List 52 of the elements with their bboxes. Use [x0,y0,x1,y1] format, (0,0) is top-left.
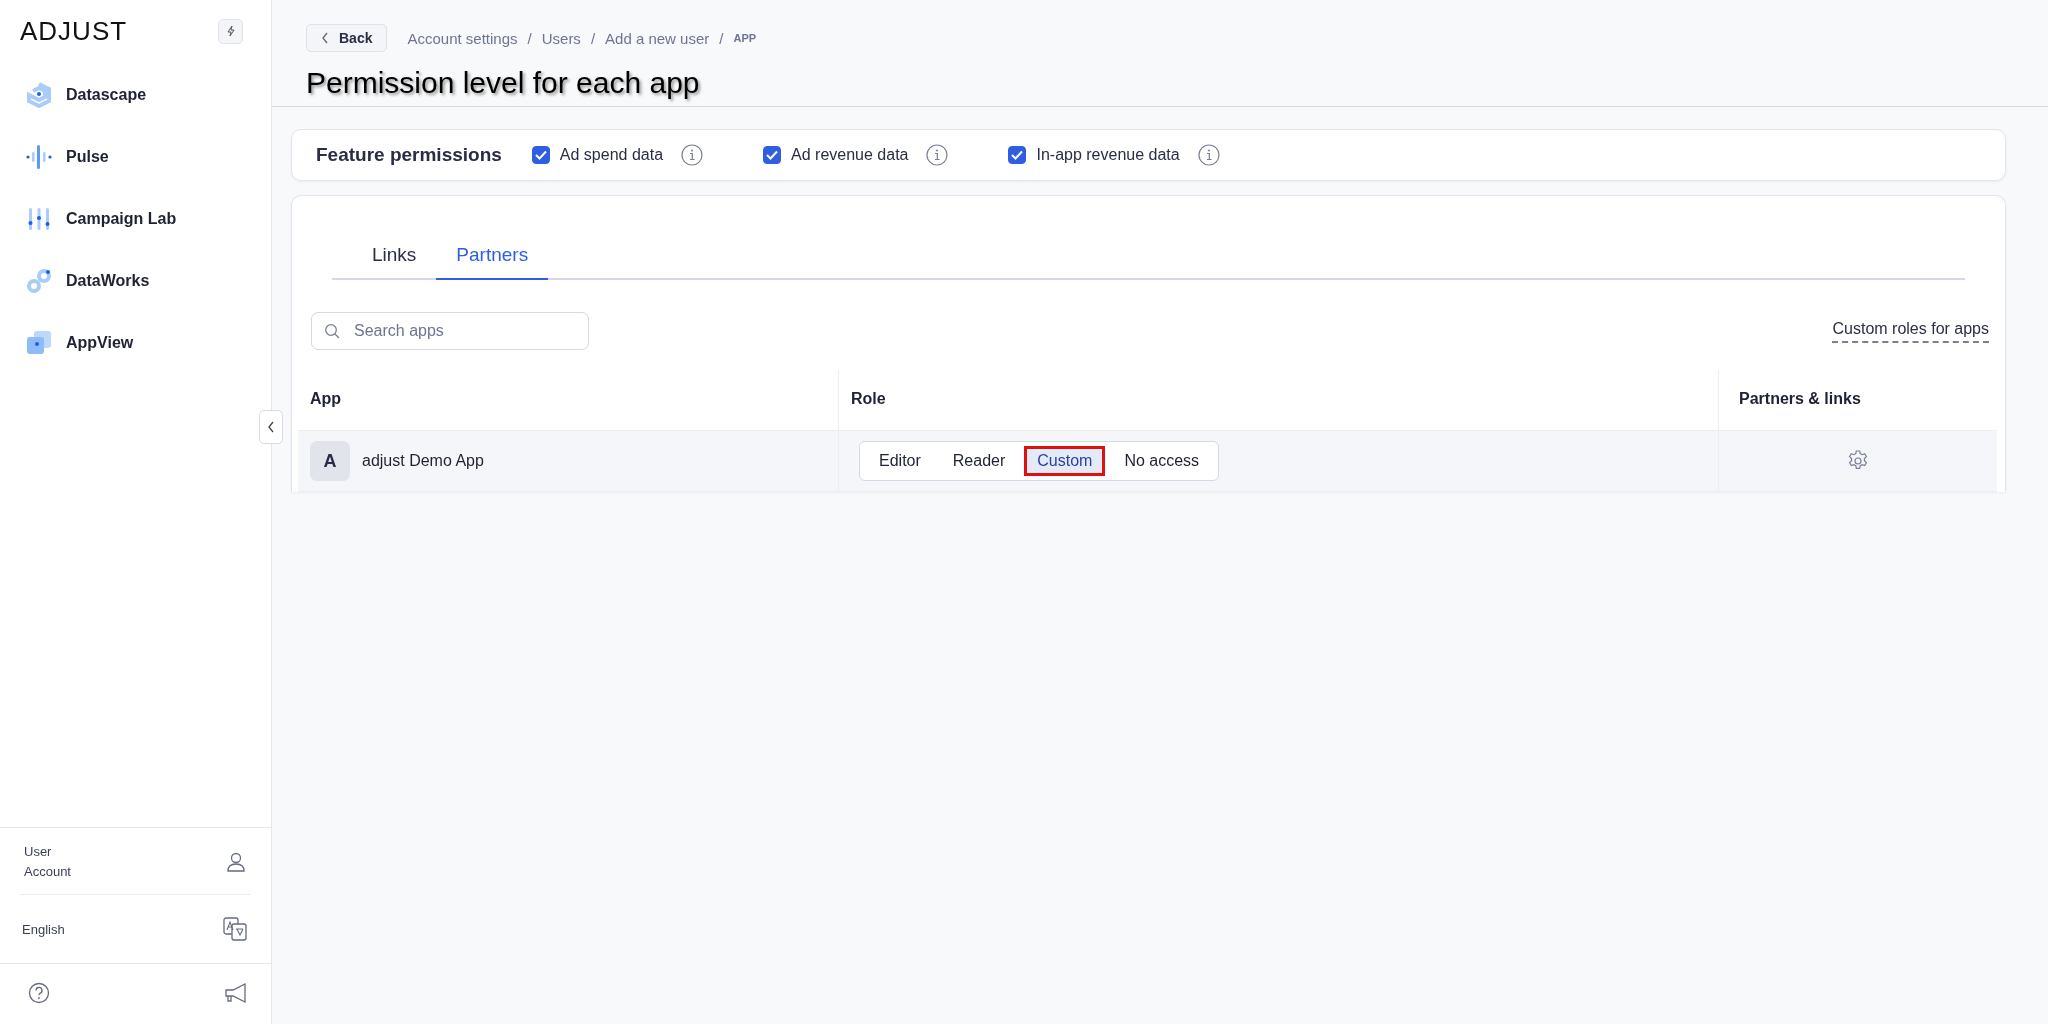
breadcrumb-separator: / [719,29,724,47]
back-button[interactable]: Back [306,24,388,52]
checkbox-label[interactable]: Ad spend data [559,146,664,164]
checkbox[interactable] [1008,146,1027,164]
breadcrumb-link[interactable]: Add a new user [605,29,710,47]
nav-item[interactable]: Pulse [26,144,271,170]
square-icon [26,330,52,356]
breadcrumb-separator: / [527,29,532,47]
section-title: Feature permissions [316,144,502,166]
info-icon[interactable] [926,144,949,166]
role-option[interactable]: Reader [939,446,1019,476]
sliders-icon [26,206,52,232]
role-option[interactable]: No access [1111,446,1213,476]
checkbox[interactable] [763,146,782,164]
nav-item[interactable]: DataWorks [26,268,271,294]
translate-icon[interactable] [223,917,247,941]
role-option[interactable]: Custom [1024,446,1106,476]
nav-item[interactable]: Campaign Lab [26,206,271,232]
page-title: Permission level for each app [306,66,701,100]
checkbox-label[interactable]: Ad revenue data [791,146,909,164]
breadcrumb-separator: / [590,29,596,47]
column-header: App [309,389,343,409]
hexagon-icon [26,82,52,108]
language-label[interactable]: English [22,921,65,937]
app-name: adjust Demo App [362,452,484,470]
info-icon[interactable] [1197,144,1220,166]
breadcrumb-link[interactable]: Users [541,29,581,47]
help-icon[interactable] [28,982,50,1004]
role-option[interactable]: Editor [866,446,934,476]
info-icon[interactable] [681,144,704,166]
tab[interactable]: Partners [436,236,549,280]
account-label[interactable]: User Account [24,842,71,882]
adjust-logo: ADJUST [20,15,128,47]
app-initial-avatar: A [310,441,350,481]
lightning-button[interactable] [218,18,243,44]
nav-item[interactable]: Datascape [26,82,271,108]
link-icon [26,268,52,294]
waveform-icon [26,144,52,170]
breadcrumb-link[interactable]: Account settings [407,29,518,47]
user-icon[interactable] [225,851,247,873]
checkbox-label[interactable]: In-app revenue data [1036,146,1180,164]
nav-item[interactable]: AppView [26,330,271,356]
current-page-label: APP [733,32,757,44]
lightning-icon [224,25,237,37]
tab[interactable]: Links [352,236,437,280]
search-icon [324,323,340,339]
chevron-left-icon [321,32,329,44]
megaphone-icon[interactable] [223,982,247,1004]
search-box[interactable]: Search apps [311,312,589,350]
checkbox[interactable] [531,146,550,164]
chevron-left-icon [267,421,275,433]
custom-roles-link[interactable]: Custom roles for apps [1832,319,1989,343]
